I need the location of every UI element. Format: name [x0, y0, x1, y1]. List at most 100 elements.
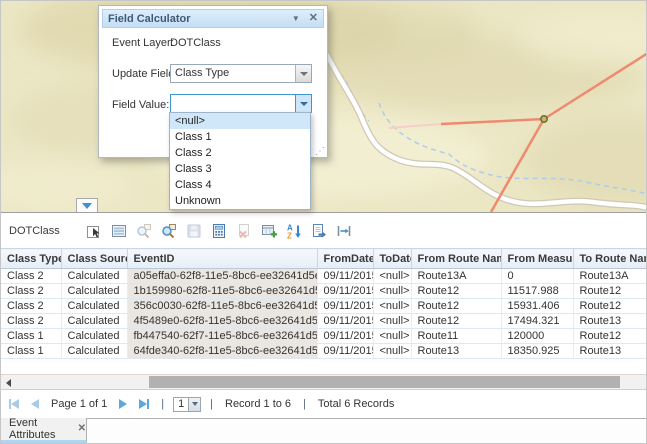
table-cell[interactable]: Route12: [573, 329, 647, 344]
dropdown-option[interactable]: Class 1: [170, 129, 310, 145]
table-cell[interactable]: Calculated: [61, 314, 127, 329]
table-cell[interactable]: <null>: [373, 344, 411, 359]
table-row[interactable]: Class 2Calculated1b159980-62f8-11e5-8bc6…: [1, 284, 647, 299]
table-cell[interactable]: <null>: [373, 269, 411, 284]
table-cell[interactable]: 17494.321: [501, 314, 573, 329]
dropdown-option[interactable]: Class 3: [170, 161, 310, 177]
table-cell[interactable]: Class 2: [1, 284, 61, 299]
last-page-icon[interactable]: [139, 399, 149, 409]
page-select-combobox[interactable]: 1: [173, 397, 201, 412]
zoom-to-record-icon[interactable]: [157, 219, 182, 243]
table-cell[interactable]: Route13A: [411, 269, 501, 284]
table-cell[interactable]: Class 2: [1, 269, 61, 284]
table-row[interactable]: Class 2Calculated4f5489e0-62f8-11e5-8bc6…: [1, 314, 647, 329]
table-cell[interactable]: 18350.925: [501, 344, 573, 359]
save-icon: [182, 219, 207, 243]
table-cell[interactable]: 64fde340-62f8-11e5-8bc6-ee32641d5ec9: [127, 344, 317, 359]
page-select-dropdown-button[interactable]: [188, 398, 200, 411]
field-value-combobox[interactable]: [170, 94, 312, 113]
select-features-icon[interactable]: [82, 219, 107, 243]
dialog-titlebar[interactable]: Field Calculator ▼ ✕: [102, 9, 324, 28]
dropdown-option[interactable]: Class 4: [170, 177, 310, 193]
column-header[interactable]: FromDate: [317, 249, 373, 269]
table-row[interactable]: Class 1Calculated64fde340-62f8-11e5-8bc6…: [1, 344, 647, 359]
table-cell[interactable]: <null>: [373, 284, 411, 299]
table-cell[interactable]: Class 1: [1, 344, 61, 359]
table-cell[interactable]: 09/11/2015: [317, 314, 373, 329]
table-cell[interactable]: 09/11/2015: [317, 344, 373, 359]
table-cell[interactable]: 4f5489e0-62f8-11e5-8bc6-ee32641d5ec9: [127, 314, 317, 329]
table-cell[interactable]: Route13: [411, 344, 501, 359]
dropdown-option[interactable]: <null>: [170, 113, 310, 129]
table-cell[interactable]: Calculated: [61, 344, 127, 359]
scroll-left-icon[interactable]: [6, 379, 11, 387]
previous-page-icon[interactable]: [31, 399, 39, 409]
column-header[interactable]: From Route Name: [411, 249, 501, 269]
table-cell[interactable]: 11517.988: [501, 284, 573, 299]
table-cell[interactable]: 356c0030-62f8-11e5-8bc6-ee32641d5ec9: [127, 299, 317, 314]
table-cell[interactable]: 09/11/2015: [317, 299, 373, 314]
first-page-icon[interactable]: [9, 399, 19, 409]
dropdown-option[interactable]: Class 2: [170, 145, 310, 161]
application-window: Field Calculator ▼ ✕ Event Layer: DOTCla…: [0, 0, 647, 444]
close-tab-icon[interactable]: ✕: [78, 424, 86, 434]
tab-event-attributes[interactable]: Event Attributes ✕: [1, 418, 87, 443]
table-cell[interactable]: 1b159980-62f8-11e5-8bc6-ee32641d5ec9: [127, 284, 317, 299]
table-cell[interactable]: Calculated: [61, 329, 127, 344]
table-cell[interactable]: Route11: [411, 329, 501, 344]
add-records-icon[interactable]: [257, 219, 282, 243]
scrollbar-thumb[interactable]: [149, 376, 620, 388]
table-cell[interactable]: <null>: [373, 329, 411, 344]
table-cell[interactable]: Class 2: [1, 314, 61, 329]
column-header[interactable]: To Route Name: [573, 249, 647, 269]
column-header[interactable]: EventID: [127, 249, 317, 269]
table-cell[interactable]: <null>: [373, 314, 411, 329]
minimize-dialog-icon[interactable]: ▼: [292, 15, 300, 23]
table-cell[interactable]: Route13: [573, 314, 647, 329]
table-cell[interactable]: Route13: [573, 344, 647, 359]
table-cell[interactable]: Class 1: [1, 329, 61, 344]
table-cell[interactable]: 09/11/2015: [317, 329, 373, 344]
field-value-dropdown-button[interactable]: [295, 95, 311, 112]
table-row[interactable]: Class 2Calculateda05effa0-62f8-11e5-8bc6…: [1, 269, 647, 284]
table-cell[interactable]: 09/11/2015: [317, 269, 373, 284]
map-canvas[interactable]: Field Calculator ▼ ✕ Event Layer: DOTCla…: [1, 1, 646, 212]
close-dialog-icon[interactable]: ✕: [309, 13, 318, 24]
column-header[interactable]: Class Type: [1, 249, 61, 269]
show-records-icon[interactable]: [107, 219, 132, 243]
collapse-attribute-panel-button[interactable]: [76, 198, 98, 212]
update-field-dropdown-button[interactable]: [295, 65, 311, 82]
table-cell[interactable]: Route13A: [573, 269, 647, 284]
table-cell[interactable]: Calculated: [61, 299, 127, 314]
dialog-title: Field Calculator: [108, 13, 292, 25]
table-row[interactable]: Class 2Calculated356c0030-62f8-11e5-8bc6…: [1, 299, 647, 314]
table-cell[interactable]: a05effa0-62f8-11e5-8bc6-ee32641d5ec9: [127, 269, 317, 284]
next-page-icon[interactable]: [119, 399, 127, 409]
table-cell[interactable]: Calculated: [61, 269, 127, 284]
column-header[interactable]: Class Source: [61, 249, 127, 269]
column-header[interactable]: ToDate: [373, 249, 411, 269]
table-cell[interactable]: 09/11/2015: [317, 284, 373, 299]
dropdown-option[interactable]: Unknown: [170, 193, 310, 209]
go-to-measure-icon[interactable]: [332, 219, 357, 243]
table-cell[interactable]: Route12: [411, 314, 501, 329]
field-calculator-icon[interactable]: [207, 219, 232, 243]
horizontal-scrollbar[interactable]: [1, 374, 646, 389]
column-header[interactable]: From Measure: [501, 249, 573, 269]
table-row[interactable]: Class 1Calculatedfb447540-62f7-11e5-8bc6…: [1, 329, 647, 344]
update-field-combobox[interactable]: Class Type: [170, 64, 312, 83]
table-cell[interactable]: <null>: [373, 299, 411, 314]
table-cell[interactable]: Route12: [411, 299, 501, 314]
table-cell[interactable]: Route12: [573, 299, 647, 314]
dialog-resize-grip[interactable]: ⋰: [315, 147, 325, 157]
table-cell[interactable]: 120000: [501, 329, 573, 344]
table-cell[interactable]: Calculated: [61, 284, 127, 299]
table-cell[interactable]: 0: [501, 269, 573, 284]
table-cell[interactable]: Route12: [411, 284, 501, 299]
attribute-set-icon[interactable]: [307, 219, 332, 243]
sort-az-icon[interactable]: AZ: [282, 219, 307, 243]
table-cell[interactable]: Route12: [573, 284, 647, 299]
table-cell[interactable]: 15931.406: [501, 299, 573, 314]
table-cell[interactable]: Class 2: [1, 299, 61, 314]
table-cell[interactable]: fb447540-62f7-11e5-8bc6-ee32641d5ec9: [127, 329, 317, 344]
